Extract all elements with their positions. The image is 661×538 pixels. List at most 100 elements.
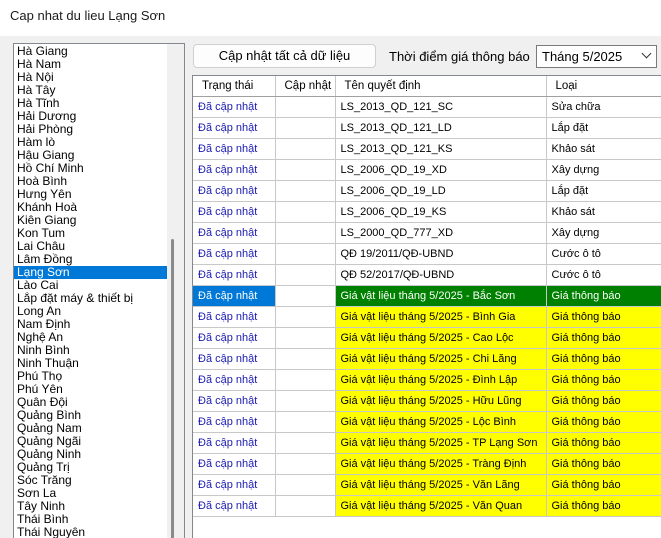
province-item[interactable]: Quảng Bình: [14, 409, 168, 422]
province-item[interactable]: Hải Phòng: [14, 123, 168, 136]
province-item[interactable]: Thái Bình: [14, 513, 168, 526]
grid-cell-update[interactable]: [275, 159, 336, 181]
province-item[interactable]: Hà Tĩnh: [14, 97, 168, 110]
province-item[interactable]: Thái Nguyên: [14, 526, 168, 538]
grid-cell-name: Giá vật liệu tháng 5/2025 - Tràng Định: [335, 453, 547, 475]
grid-row[interactable]: Đã cập nhật Giá vật liệu tháng 5/2025 - V…: [193, 474, 661, 496]
grid-cell-update[interactable]: [275, 264, 336, 286]
column-header-status[interactable]: Trạng thái: [193, 76, 276, 97]
province-item[interactable]: Hàm lò: [14, 136, 168, 149]
province-item[interactable]: Nghệ An: [14, 331, 168, 344]
grid-cell-type: Giá thông báo: [546, 411, 661, 433]
grid-cell-status: Đã cập nhật: [193, 201, 276, 223]
grid-cell-type: Giá thông báo: [546, 474, 661, 496]
grid-row[interactable]: Đã cập nhật Giá vật liệu tháng 5/2025 - B…: [193, 306, 661, 328]
province-item[interactable]: Long An: [14, 305, 168, 318]
province-item[interactable]: Quân Đội: [14, 396, 168, 409]
grid-cell-type: Giá thông báo: [546, 348, 661, 370]
province-item[interactable]: Hà Nam: [14, 58, 168, 71]
column-header-type[interactable]: Loại: [546, 76, 661, 97]
grid-row[interactable]: Đã cập nhật QĐ 52/2017/QĐ-UBND Cước ô tô: [193, 264, 661, 286]
grid-cell-update[interactable]: [275, 306, 336, 328]
grid-cell-type: Cước ô tô: [546, 243, 661, 265]
province-item[interactable]: Phú Yên: [14, 383, 168, 396]
grid-row[interactable]: Đã cập nhật LS_2013_QD_121_LD Lắp đặt: [193, 117, 661, 139]
grid-cell-update[interactable]: [275, 117, 336, 139]
grid-cell-update[interactable]: [275, 495, 336, 517]
grid-cell-update[interactable]: [275, 432, 336, 454]
province-item[interactable]: Hậu Giang: [14, 149, 168, 162]
province-item[interactable]: Phú Thọ: [14, 370, 168, 383]
province-item[interactable]: Ninh Thuận: [14, 357, 168, 370]
grid-cell-update[interactable]: [275, 138, 336, 160]
province-list-scrollbar[interactable]: [167, 44, 184, 538]
grid-cell-update[interactable]: [275, 285, 336, 307]
grid-row[interactable]: Đã cập nhật Giá vật liệu tháng 5/2025 - T…: [193, 453, 661, 475]
grid-row[interactable]: Đã cập nhật Giá vật liệu tháng 5/2025 - C…: [193, 348, 661, 370]
grid-cell-update[interactable]: [275, 474, 336, 496]
province-item[interactable]: Khánh Hoà: [14, 201, 168, 214]
grid-cell-update[interactable]: [275, 453, 336, 475]
grid-cell-status: Đã cập nhật: [193, 453, 276, 475]
grid-row[interactable]: Đã cập nhật Giá vật liệu tháng 5/2025 - B…: [193, 285, 661, 307]
grid-row[interactable]: Đã cập nhật Giá vật liệu tháng 5/2025 - H…: [193, 390, 661, 412]
grid-cell-update[interactable]: [275, 180, 336, 202]
province-item[interactable]: Quảng Ngãi: [14, 435, 168, 448]
province-list-items: Hà Giang Hà Nam Hà Nội Hà Tây Hà Tĩnh Hải Dươ…: [14, 45, 168, 538]
province-item[interactable]: Kon Tum: [14, 227, 168, 240]
province-item[interactable]: Quảng Trị: [14, 461, 168, 474]
province-item[interactable]: Nam Định: [14, 318, 168, 331]
grid-cell-status: Đã cập nhật: [193, 306, 276, 328]
grid-row[interactable]: Đã cập nhật QĐ 19/2011/QĐ-UBND Cước ô tô: [193, 243, 661, 265]
province-item[interactable]: Hà Nội: [14, 71, 168, 84]
grid-cell-type: Giá thông báo: [546, 495, 661, 517]
grid-cell-type: Sửa chữa: [546, 96, 661, 118]
grid-cell-name: LS_2000_QD_777_XD: [335, 222, 547, 244]
month-select[interactable]: Tháng 5/2025: [536, 45, 657, 68]
grid-cell-update[interactable]: [275, 222, 336, 244]
grid-row[interactable]: Đã cập nhật Giá vật liệu tháng 5/2025 - C…: [193, 327, 661, 349]
grid-cell-update[interactable]: [275, 411, 336, 433]
scrollbar-thumb[interactable]: [171, 239, 174, 538]
grid-cell-update[interactable]: [275, 243, 336, 265]
grid-row[interactable]: Đã cập nhật LS_2006_QD_19_XD Xây dựng: [193, 159, 661, 181]
column-header-update[interactable]: Cập nhật: [275, 76, 336, 97]
province-item[interactable]: Lai Châu: [14, 240, 168, 253]
grid-row[interactable]: Đã cập nhật Giá vật liệu tháng 5/2025 - V…: [193, 495, 661, 517]
province-item[interactable]: Hoà Bình: [14, 175, 168, 188]
province-item[interactable]: Ninh Bình: [14, 344, 168, 357]
province-item[interactable]: Hải Dương: [14, 110, 168, 123]
province-item[interactable]: Lắp đặt máy & thiết bị: [14, 292, 168, 305]
province-list[interactable]: Hà Giang Hà Nam Hà Nội Hà Tây Hà Tĩnh Hải Dươ…: [13, 43, 185, 538]
grid-cell-update[interactable]: [275, 348, 336, 370]
province-item[interactable]: Hưng Yên: [14, 188, 168, 201]
province-item[interactable]: Quảng Ninh: [14, 448, 168, 461]
province-item[interactable]: Lâm Đồng: [14, 253, 168, 266]
province-item[interactable]: Hồ Chí Minh: [14, 162, 168, 175]
grid-cell-update[interactable]: [275, 96, 336, 118]
grid-cell-update[interactable]: [275, 327, 336, 349]
province-item[interactable]: Lào Cai: [14, 279, 168, 292]
province-item[interactable]: Quảng Nam: [14, 422, 168, 435]
province-item[interactable]: Lạng Sơn: [14, 266, 168, 279]
column-header-name[interactable]: Tên quyết định: [335, 76, 547, 97]
grid-row[interactable]: Đã cập nhật LS_2006_QD_19_KS Khảo sát: [193, 201, 661, 223]
grid-row[interactable]: Đã cập nhật LS_2006_QD_19_LD Lắp đặt: [193, 180, 661, 202]
grid-row[interactable]: Đã cập nhật LS_2013_QD_121_SC Sửa chữa: [193, 96, 661, 118]
province-item[interactable]: Tây Ninh: [14, 500, 168, 513]
province-item[interactable]: Sơn La: [14, 487, 168, 500]
province-item[interactable]: Sóc Trăng: [14, 474, 168, 487]
province-item[interactable]: Kiên Giang: [14, 214, 168, 227]
grid-row[interactable]: Đã cập nhật LS_2000_QD_777_XD Xây dựng: [193, 222, 661, 244]
grid-cell-update[interactable]: [275, 201, 336, 223]
grid-row[interactable]: Đã cập nhật Giá vật liệu tháng 5/2025 - L…: [193, 411, 661, 433]
grid-cell-update[interactable]: [275, 369, 336, 391]
update-all-button[interactable]: Cập nhật tất cả dữ liệu: [193, 44, 376, 68]
grid-cell-update[interactable]: [275, 390, 336, 412]
province-item[interactable]: Hà Giang: [14, 45, 168, 58]
grid-row[interactable]: Đã cập nhật LS_2013_QD_121_KS Khảo sát: [193, 138, 661, 160]
grid-row[interactable]: Đã cập nhật Giá vật liệu tháng 5/2025 - Đ…: [193, 369, 661, 391]
grid-row[interactable]: Đã cập nhật Giá vật liệu tháng 5/2025 - T…: [193, 432, 661, 454]
province-item[interactable]: Hà Tây: [14, 84, 168, 97]
decision-grid[interactable]: Trạng thái Cập nhật Tên quyết định Loại …: [192, 75, 661, 538]
